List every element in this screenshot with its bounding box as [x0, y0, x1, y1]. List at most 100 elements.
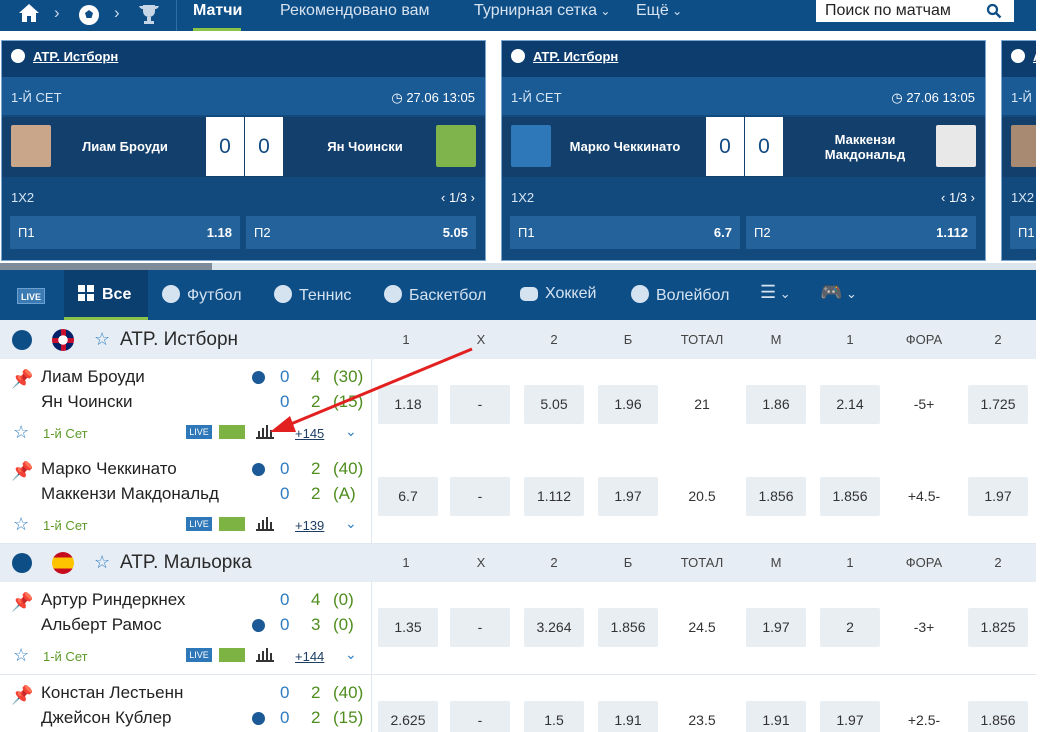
chevron-right-icon[interactable]: ›: [467, 190, 475, 205]
field-icon[interactable]: [219, 425, 245, 439]
star-icon[interactable]: ☆: [13, 422, 29, 443]
odds-cell[interactable]: 1.97: [598, 477, 658, 516]
pin-icon[interactable]: 📌: [11, 685, 33, 706]
live-badge[interactable]: LIVE: [17, 288, 45, 304]
more-markets-link[interactable]: +144: [295, 649, 324, 664]
match-card[interactable]: ATP. Истборн 1-Й СЕТ ◷ 27.06 13:05 Марко…: [501, 40, 986, 261]
pin-icon[interactable]: 📌: [11, 369, 33, 390]
live-mini-badge[interactable]: LIVE: [186, 648, 212, 662]
more-markets-link[interactable]: +139: [295, 518, 324, 533]
sport-volleyball[interactable]: Волейбол: [631, 285, 729, 305]
col-header: 2: [994, 555, 1002, 570]
card-time-value: 27.06 13:05: [406, 90, 475, 105]
odds-cell[interactable]: -: [450, 608, 510, 647]
odds-cell[interactable]: 2: [820, 608, 880, 647]
match-row[interactable]: 📌 Лиам Броуди Ян Чоински 0 0 4 2 (30) (15) ☆ 1-й С…: [0, 359, 1036, 452]
odds-cell[interactable]: 1.856: [968, 701, 1028, 732]
sport-football[interactable]: Футбол: [162, 285, 242, 305]
odds-cell[interactable]: 1.97: [968, 477, 1028, 516]
star-icon[interactable]: ☆: [94, 329, 110, 350]
chevron-down-icon[interactable]: ⌄: [345, 646, 357, 663]
serve-ball-icon: [252, 463, 265, 476]
match-row[interactable]: 📌 Марко Чеккинато Маккензи Макдональд 0 0 2 2 (…: [0, 451, 1036, 544]
more-markets-link[interactable]: +145: [295, 426, 324, 441]
odd-button[interactable]: П2 5.05: [246, 216, 476, 249]
odds-cell[interactable]: 1.91: [746, 701, 806, 732]
tab-recommended[interactable]: Рекомендовано вам: [280, 1, 430, 21]
odds-cell[interactable]: 1.856: [598, 608, 658, 647]
search-input[interactable]: Поиск по матчам: [816, 0, 1014, 22]
odds-cell[interactable]: -: [450, 477, 510, 516]
odds-cell[interactable]: -: [450, 385, 510, 424]
odds-cell[interactable]: 1.35: [378, 608, 438, 647]
odd-button[interactable]: П1 1.18: [10, 216, 240, 249]
odds-cell[interactable]: -: [450, 701, 510, 732]
odds-cell[interactable]: 1.856: [820, 477, 880, 516]
odds-cell[interactable]: 2.14: [820, 385, 880, 424]
field-icon[interactable]: [219, 517, 245, 531]
match-row[interactable]: 📌 Артур Риндеркнех Альберт Рамос 0 0 4 3 (0) (0)…: [0, 582, 1036, 675]
home-icon[interactable]: [18, 3, 40, 29]
odds-cell[interactable]: 1.856: [746, 477, 806, 516]
trophy-icon[interactable]: [137, 3, 161, 31]
sport-hockey[interactable]: Хоккей: [520, 285, 596, 303]
field-icon[interactable]: [219, 648, 245, 662]
odds-cell: +4.5-: [907, 488, 941, 504]
odds-cell[interactable]: 3.264: [524, 608, 584, 647]
odds-cell[interactable]: 1.112: [524, 477, 584, 516]
carousel-scrollbar-thumb[interactable]: [0, 263, 212, 270]
tab-more[interactable]: Ещё ⌄: [636, 1, 682, 21]
col-header[interactable]: X: [451, 332, 511, 347]
more-sports-menu[interactable]: ☰ ⌄: [760, 282, 791, 303]
odds-cell[interactable]: 1.86: [746, 385, 806, 424]
odds-cell[interactable]: 1.725: [968, 385, 1028, 424]
tab-tournament-bracket[interactable]: Турнирная сетка ⌄: [474, 1, 610, 21]
odds-cell[interactable]: 1.825: [968, 608, 1028, 647]
chevron-down-icon[interactable]: ⌄: [345, 515, 357, 532]
star-icon[interactable]: ☆: [94, 552, 110, 573]
odds-cell[interactable]: 2.625: [378, 701, 438, 732]
football-icon[interactable]: [77, 3, 101, 33]
star-icon[interactable]: ☆: [13, 645, 29, 666]
league-name[interactable]: ATP. Мальорка: [120, 552, 252, 574]
col-header: Б: [623, 555, 633, 570]
odds-cell[interactable]: 1.91: [598, 701, 658, 732]
odds-cell[interactable]: 1.96: [598, 385, 658, 424]
stats-icon[interactable]: [256, 425, 274, 444]
tab-matches[interactable]: Матчи: [193, 1, 242, 21]
star-icon[interactable]: ☆: [13, 514, 29, 535]
chevron-left-icon[interactable]: ‹: [441, 190, 449, 205]
odds-cell[interactable]: 1.18: [378, 385, 438, 424]
odd-button[interactable]: П1 6.7: [510, 216, 740, 249]
sport-all[interactable]: Все: [78, 285, 131, 304]
odds-cell[interactable]: 5.05: [524, 385, 584, 424]
odds-cell[interactable]: 6.7: [378, 477, 438, 516]
match-row[interactable]: 📌 Констан Лестьенн Джейсон Кублер 0 0 2 2 (40) (…: [0, 675, 1036, 732]
pin-icon[interactable]: 📌: [11, 592, 33, 613]
chevron-down-icon[interactable]: ⌄: [345, 423, 357, 440]
card-league-link[interactable]: ATP. Истборн: [33, 49, 118, 64]
pin-icon[interactable]: 📌: [11, 461, 33, 482]
card-pager[interactable]: ‹ 1/3 ›: [941, 190, 975, 205]
league-name[interactable]: ATP. Истборн: [120, 329, 238, 351]
card-league-link[interactable]: ATP. Истборн: [533, 49, 618, 64]
chevron-left-icon[interactable]: ‹: [941, 190, 949, 205]
live-mini-badge[interactable]: LIVE: [186, 517, 212, 531]
col-header[interactable]: X: [451, 555, 511, 570]
live-mini-badge[interactable]: LIVE: [186, 425, 212, 439]
odds-cell[interactable]: 1.97: [746, 608, 806, 647]
sport-tennis[interactable]: Теннис: [274, 285, 351, 305]
stats-icon[interactable]: [256, 648, 274, 667]
match-card[interactable]: ATP. Истборн 1-Й СЕТ ◷ 27.06 13:05 Лиам …: [1, 40, 486, 261]
search-icon[interactable]: [986, 0, 1002, 26]
odd-button[interactable]: П2 1.112: [746, 216, 976, 249]
card-pager[interactable]: ‹ 1/3 ›: [441, 190, 475, 205]
set-score: 0: [280, 590, 290, 609]
odds-cell[interactable]: 1.97: [820, 701, 880, 732]
esports-menu[interactable]: 🎮 ⌄: [820, 282, 857, 303]
stats-icon[interactable]: [256, 517, 274, 536]
sport-basketball[interactable]: Баскетбол: [384, 285, 486, 305]
chevron-right-icon[interactable]: ›: [967, 190, 975, 205]
odds-cell[interactable]: 1.5: [524, 701, 584, 732]
set-score: 0: [280, 708, 290, 727]
